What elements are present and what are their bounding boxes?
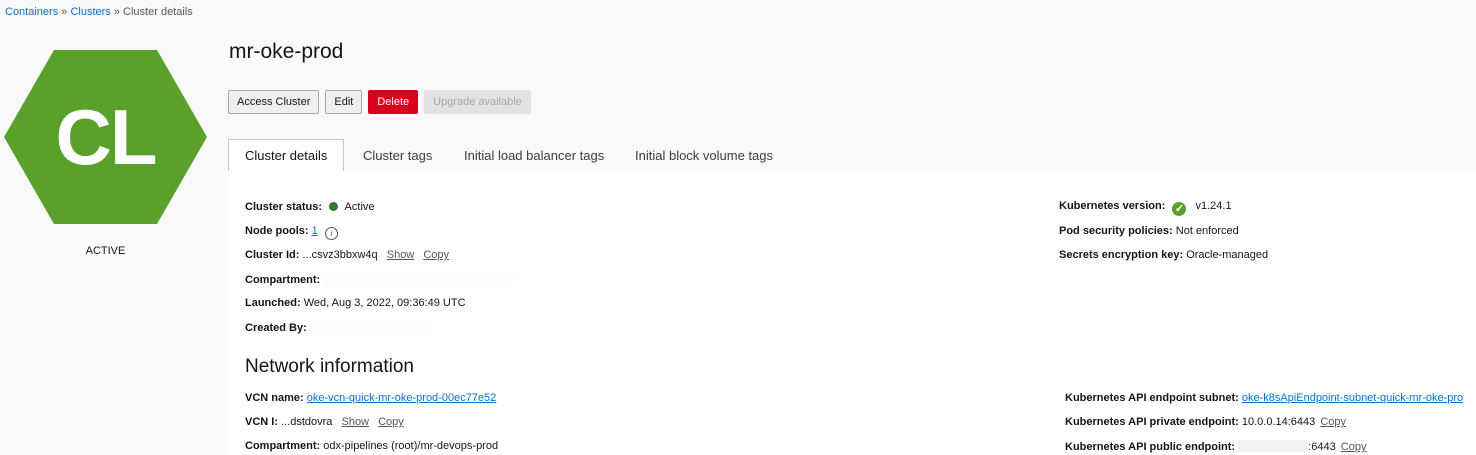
api-private-row: Kubernetes API private endpoint: 10.0.0.… (1065, 416, 1346, 428)
cluster-id-show-link[interactable]: Show (387, 249, 415, 261)
created-by-row: Created By: (245, 321, 430, 334)
page-title: mr-oke-prod (229, 40, 344, 63)
k8s-version-value: v1.24.1 (1195, 200, 1232, 212)
vcn-id-show-link[interactable]: Show (341, 416, 369, 428)
api-subnet-label: Kubernetes API endpoint subnet: (1065, 392, 1239, 404)
checkmark-icon: ✓ (1172, 202, 1187, 216)
tab-cluster-tags[interactable]: Cluster tags (363, 139, 432, 171)
launched-value: Wed, Aug 3, 2022, 09:36:49 UTC (303, 297, 466, 309)
delete-button[interactable]: Delete (368, 90, 419, 114)
vcn-id-value: ...dstdovra (281, 416, 333, 428)
cluster-id-label: Cluster Id: (245, 249, 300, 261)
cluster-status-row: Cluster status: Active (245, 201, 375, 213)
access-cluster-button[interactable]: Access Cluster (228, 90, 320, 114)
secrets-key-row: Secrets encryption key: Oracle-managed (1059, 249, 1268, 261)
details-panel: Cluster status: Active Node pools: 1 i C… (228, 171, 1476, 455)
badge-initials: CL (55, 92, 158, 181)
secrets-key-label: Secrets encryption key: (1059, 249, 1184, 261)
cluster-badge: CL (4, 50, 207, 224)
node-pools-label: Node pools: (245, 225, 309, 237)
node-pools-link[interactable]: 1 (312, 225, 318, 237)
api-private-value: 10.0.0.14:6443 (1241, 416, 1316, 428)
vcn-id-copy-link[interactable]: Copy (378, 416, 404, 428)
compartment-row: Compartment: (245, 273, 514, 286)
vcn-name-link[interactable]: oke-vcn-quick-mr-oke-prod-00ec77e52 (307, 392, 497, 404)
vcn-name-label: VCN name: (245, 392, 304, 404)
compartment-label: Compartment: (245, 274, 321, 286)
pod-security-row: Pod security policies: Not enforced (1059, 225, 1239, 237)
network-section-title: Network information (245, 356, 414, 377)
action-bar: Access Cluster Edit Delete Upgrade avail… (228, 90, 531, 114)
edit-button[interactable]: Edit (325, 90, 363, 114)
tab-initial-load-balancer-tags[interactable]: Initial load balancer tags (464, 139, 604, 171)
vcn-id-row: VCN I: ...dstdovra Show Copy (245, 416, 404, 428)
cluster-status-label: Cluster status: (245, 201, 323, 213)
breadcrumb-separator: » (113, 6, 120, 18)
api-private-copy-link[interactable]: Copy (1320, 416, 1346, 428)
api-public-redacted (1238, 440, 1309, 452)
tab-bar: Cluster details Cluster tags Initial loa… (228, 139, 1476, 172)
launched-row: Launched: Wed, Aug 3, 2022, 09:36:49 UTC (245, 297, 466, 309)
secrets-key-value: Oracle-managed (1186, 249, 1269, 261)
status-dot-icon (329, 202, 339, 211)
compartment-value (323, 273, 514, 285)
api-subnet-link[interactable]: oke-k8sApiEndpoint-subnet-quick-mr-oke-p… (1242, 392, 1463, 404)
network-compartment-row: Compartment: odx-pipelines (root)/mr-dev… (245, 440, 498, 452)
k8s-version-row: Kubernetes version: ✓ v1.24.1 (1059, 200, 1232, 216)
created-by-label: Created By: (245, 322, 307, 334)
breadcrumb: Containers » Clusters » Cluster details (5, 6, 193, 18)
lifecycle-state: ACTIVE (85, 245, 126, 257)
api-public-label: Kubernetes API public endpoint: (1065, 441, 1236, 453)
tab-initial-block-volume-tags[interactable]: Initial block volume tags (635, 139, 773, 171)
created-by-value (309, 321, 430, 333)
api-private-label: Kubernetes API private endpoint: (1065, 416, 1239, 428)
k8s-version-label: Kubernetes version: (1059, 200, 1166, 212)
node-pools-row: Node pools: 1 i (245, 225, 338, 240)
pod-security-value: Not enforced (1175, 225, 1239, 237)
vcn-name-row: VCN name: oke-vcn-quick-mr-oke-prod-00ec… (245, 392, 496, 404)
network-compartment-label: Compartment: (245, 440, 321, 452)
network-compartment-value: odx-pipelines (root)/mr-devops-prod (323, 440, 499, 452)
api-public-copy-link[interactable]: Copy (1341, 441, 1367, 453)
tab-cluster-details[interactable]: Cluster details (228, 139, 345, 172)
launched-label: Launched: (245, 297, 301, 309)
cluster-id-copy-link[interactable]: Copy (423, 249, 449, 261)
api-subnet-row: Kubernetes API endpoint subnet: oke-k8sA… (1065, 392, 1463, 404)
cluster-id-row: Cluster Id: ...csvz3bbxw4q Show Copy (245, 249, 449, 261)
vcn-id-label: VCN I: (245, 416, 278, 428)
cluster-status-value: Active (344, 201, 375, 213)
api-public-row: Kubernetes API public endpoint: :6443 Co… (1065, 440, 1366, 453)
pod-security-label: Pod security policies: (1059, 225, 1173, 237)
breadcrumb-separator: » (61, 6, 68, 18)
breadcrumb-clusters[interactable]: Clusters (70, 6, 110, 18)
api-public-value: :6443 (1308, 441, 1336, 453)
upgrade-button: Upgrade available (424, 90, 531, 114)
info-icon[interactable]: i (324, 227, 338, 240)
breadcrumb-current: Cluster details (123, 6, 193, 18)
cluster-id-value: ...csvz3bbxw4q (302, 249, 378, 261)
breadcrumb-containers[interactable]: Containers (5, 6, 58, 18)
